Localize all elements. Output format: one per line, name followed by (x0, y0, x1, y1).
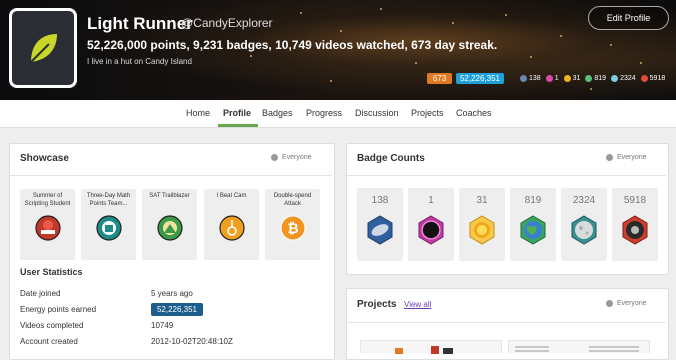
badge-counts-visibility[interactable]: Everyone (606, 154, 647, 161)
projects-view-all-link[interactable]: View all (404, 300, 431, 309)
badge-count-value: 1 (428, 195, 434, 206)
student-patch-icon (35, 215, 61, 241)
divider (347, 175, 666, 176)
globe-icon (606, 300, 613, 307)
moon-badge-icon (545, 75, 553, 82)
badge-label: Three-Day Math Points Team... (86, 193, 131, 207)
header-badge-count: 138 (529, 75, 541, 82)
stat-label-date-joined: Date joined (20, 289, 61, 298)
header-badge-count: 5918 (649, 75, 666, 82)
team-patch-icon (96, 215, 122, 241)
visibility-label: Everyone (282, 154, 312, 161)
sun-badge-icon (469, 215, 495, 245)
streak-pill: 673 (427, 73, 452, 84)
showcase-badge[interactable]: Summer of Scripting Student (20, 189, 75, 260)
stat-label-videos-completed: Videos completed (20, 321, 84, 330)
user-statistics-title: User Statistics (20, 267, 83, 277)
visibility-label: Everyone (617, 300, 647, 307)
divider (347, 322, 666, 323)
trailblazer-patch-icon (157, 215, 183, 241)
badge-counts-title: Badge Counts (357, 153, 425, 164)
black-hole-badge-icon (418, 215, 444, 245)
badge-count-value: 5918 (623, 195, 647, 206)
moon-badge-icon (571, 215, 597, 245)
showcase-visibility[interactable]: Everyone (271, 154, 312, 161)
profile-nav: Home Profile Badges Progress Discussion … (0, 100, 676, 128)
header-badge-count: 31 (572, 75, 581, 82)
badge-label: I Beat Cam (216, 193, 247, 199)
badge-count-tile[interactable]: 819 (510, 188, 556, 261)
svg-text:₿: ₿ (287, 220, 298, 236)
stat-value-energy-points: 52,226,351 (151, 303, 203, 316)
header-badge-count: 1 (554, 75, 559, 82)
leaf-icon (30, 34, 57, 63)
nav-projects[interactable]: Projects (411, 108, 444, 118)
stat-value-videos-completed: 10749 (151, 321, 174, 330)
header-badge-count: 2324 (620, 75, 636, 82)
black-hole-badge-icon (611, 75, 619, 82)
profile-header: Light Runner @CandyExplorer 52,226,000 p… (0, 0, 676, 100)
badge-label: Summer of Scripting Student (24, 193, 71, 207)
showcase-badge[interactable]: Double-spend Attack ₿ (265, 189, 320, 260)
badge-label: SAT Trailblazer (149, 193, 190, 199)
challenge-patch-icon (622, 215, 648, 245)
earth-badge-icon (520, 215, 546, 245)
badge-label: Double-spend Attack (273, 193, 312, 207)
visibility-label: Everyone (617, 154, 647, 161)
projects-title: Projects (357, 299, 397, 310)
project-thumbnail[interactable] (508, 340, 650, 353)
nav-coaches[interactable]: Coaches (456, 108, 492, 118)
badge-count-tile[interactable]: 1 (408, 188, 454, 261)
badge-count-value: 138 (371, 195, 389, 206)
stat-value-date-joined: 5 years ago (151, 289, 193, 298)
meteorite-badge-icon (367, 215, 393, 245)
nav-progress[interactable]: Progress (306, 108, 342, 118)
badge-count-tile[interactable]: 5918 (612, 188, 658, 261)
badge-count-tile[interactable]: 2324 (561, 188, 607, 261)
project-preview-icon (515, 346, 639, 352)
projects-visibility[interactable]: Everyone (606, 300, 647, 307)
nav-home[interactable]: Home (186, 108, 210, 118)
badge-count-value: 819 (524, 195, 542, 206)
stat-label-account-created: Account created (20, 337, 78, 346)
badge-count-tile[interactable]: 138 (357, 188, 403, 261)
showcase-badge[interactable]: I Beat Cam (204, 189, 259, 260)
profile-stats-line: 52,226,000 points, 9,231 badges, 10,749 … (87, 38, 498, 52)
sun-badge-icon (585, 75, 593, 82)
earth-badge-icon (563, 75, 571, 82)
showcase-title: Showcase (20, 153, 69, 164)
showcase-badge[interactable]: Three-Day Math Points Team... (81, 189, 136, 260)
nav-badges[interactable]: Badges (262, 108, 293, 118)
nav-profile[interactable]: Profile (223, 108, 251, 118)
edit-profile-button[interactable]: Edit Profile (588, 6, 669, 30)
header-badge-count: 819 (594, 75, 607, 82)
project-preview-icon (395, 346, 453, 354)
badge-count-tile[interactable]: 31 (459, 188, 505, 261)
unicycle-patch-icon (219, 215, 245, 241)
globe-icon (606, 154, 613, 161)
profile-bio: I live in a hut on Candy Island (87, 57, 192, 66)
profile-name: Light Runner (87, 14, 193, 33)
stat-value-account-created: 2012-10-02T20:48:10Z (151, 337, 233, 346)
points-pill: 52,226,351 (456, 73, 504, 84)
profile-handle: @CandyExplorer (181, 16, 273, 30)
globe-icon (271, 154, 278, 161)
header-badge-counts: 138 1 31 819 2324 5918 (515, 73, 665, 84)
badge-count-value: 31 (476, 195, 488, 206)
challenge-patch-icon (640, 75, 648, 82)
nav-active-indicator (218, 124, 258, 127)
showcase-badge[interactable]: SAT Trailblazer (142, 189, 197, 260)
avatar[interactable] (9, 8, 77, 88)
project-thumbnail[interactable] (360, 340, 502, 354)
divider (10, 175, 332, 176)
bitcoin-patch-icon: ₿ (280, 215, 306, 241)
meteorite-badge-icon (520, 75, 527, 82)
nav-discussion[interactable]: Discussion (355, 108, 399, 118)
stat-label-energy-points: Energy points earned (20, 305, 97, 314)
badge-count-value: 2324 (572, 195, 596, 206)
